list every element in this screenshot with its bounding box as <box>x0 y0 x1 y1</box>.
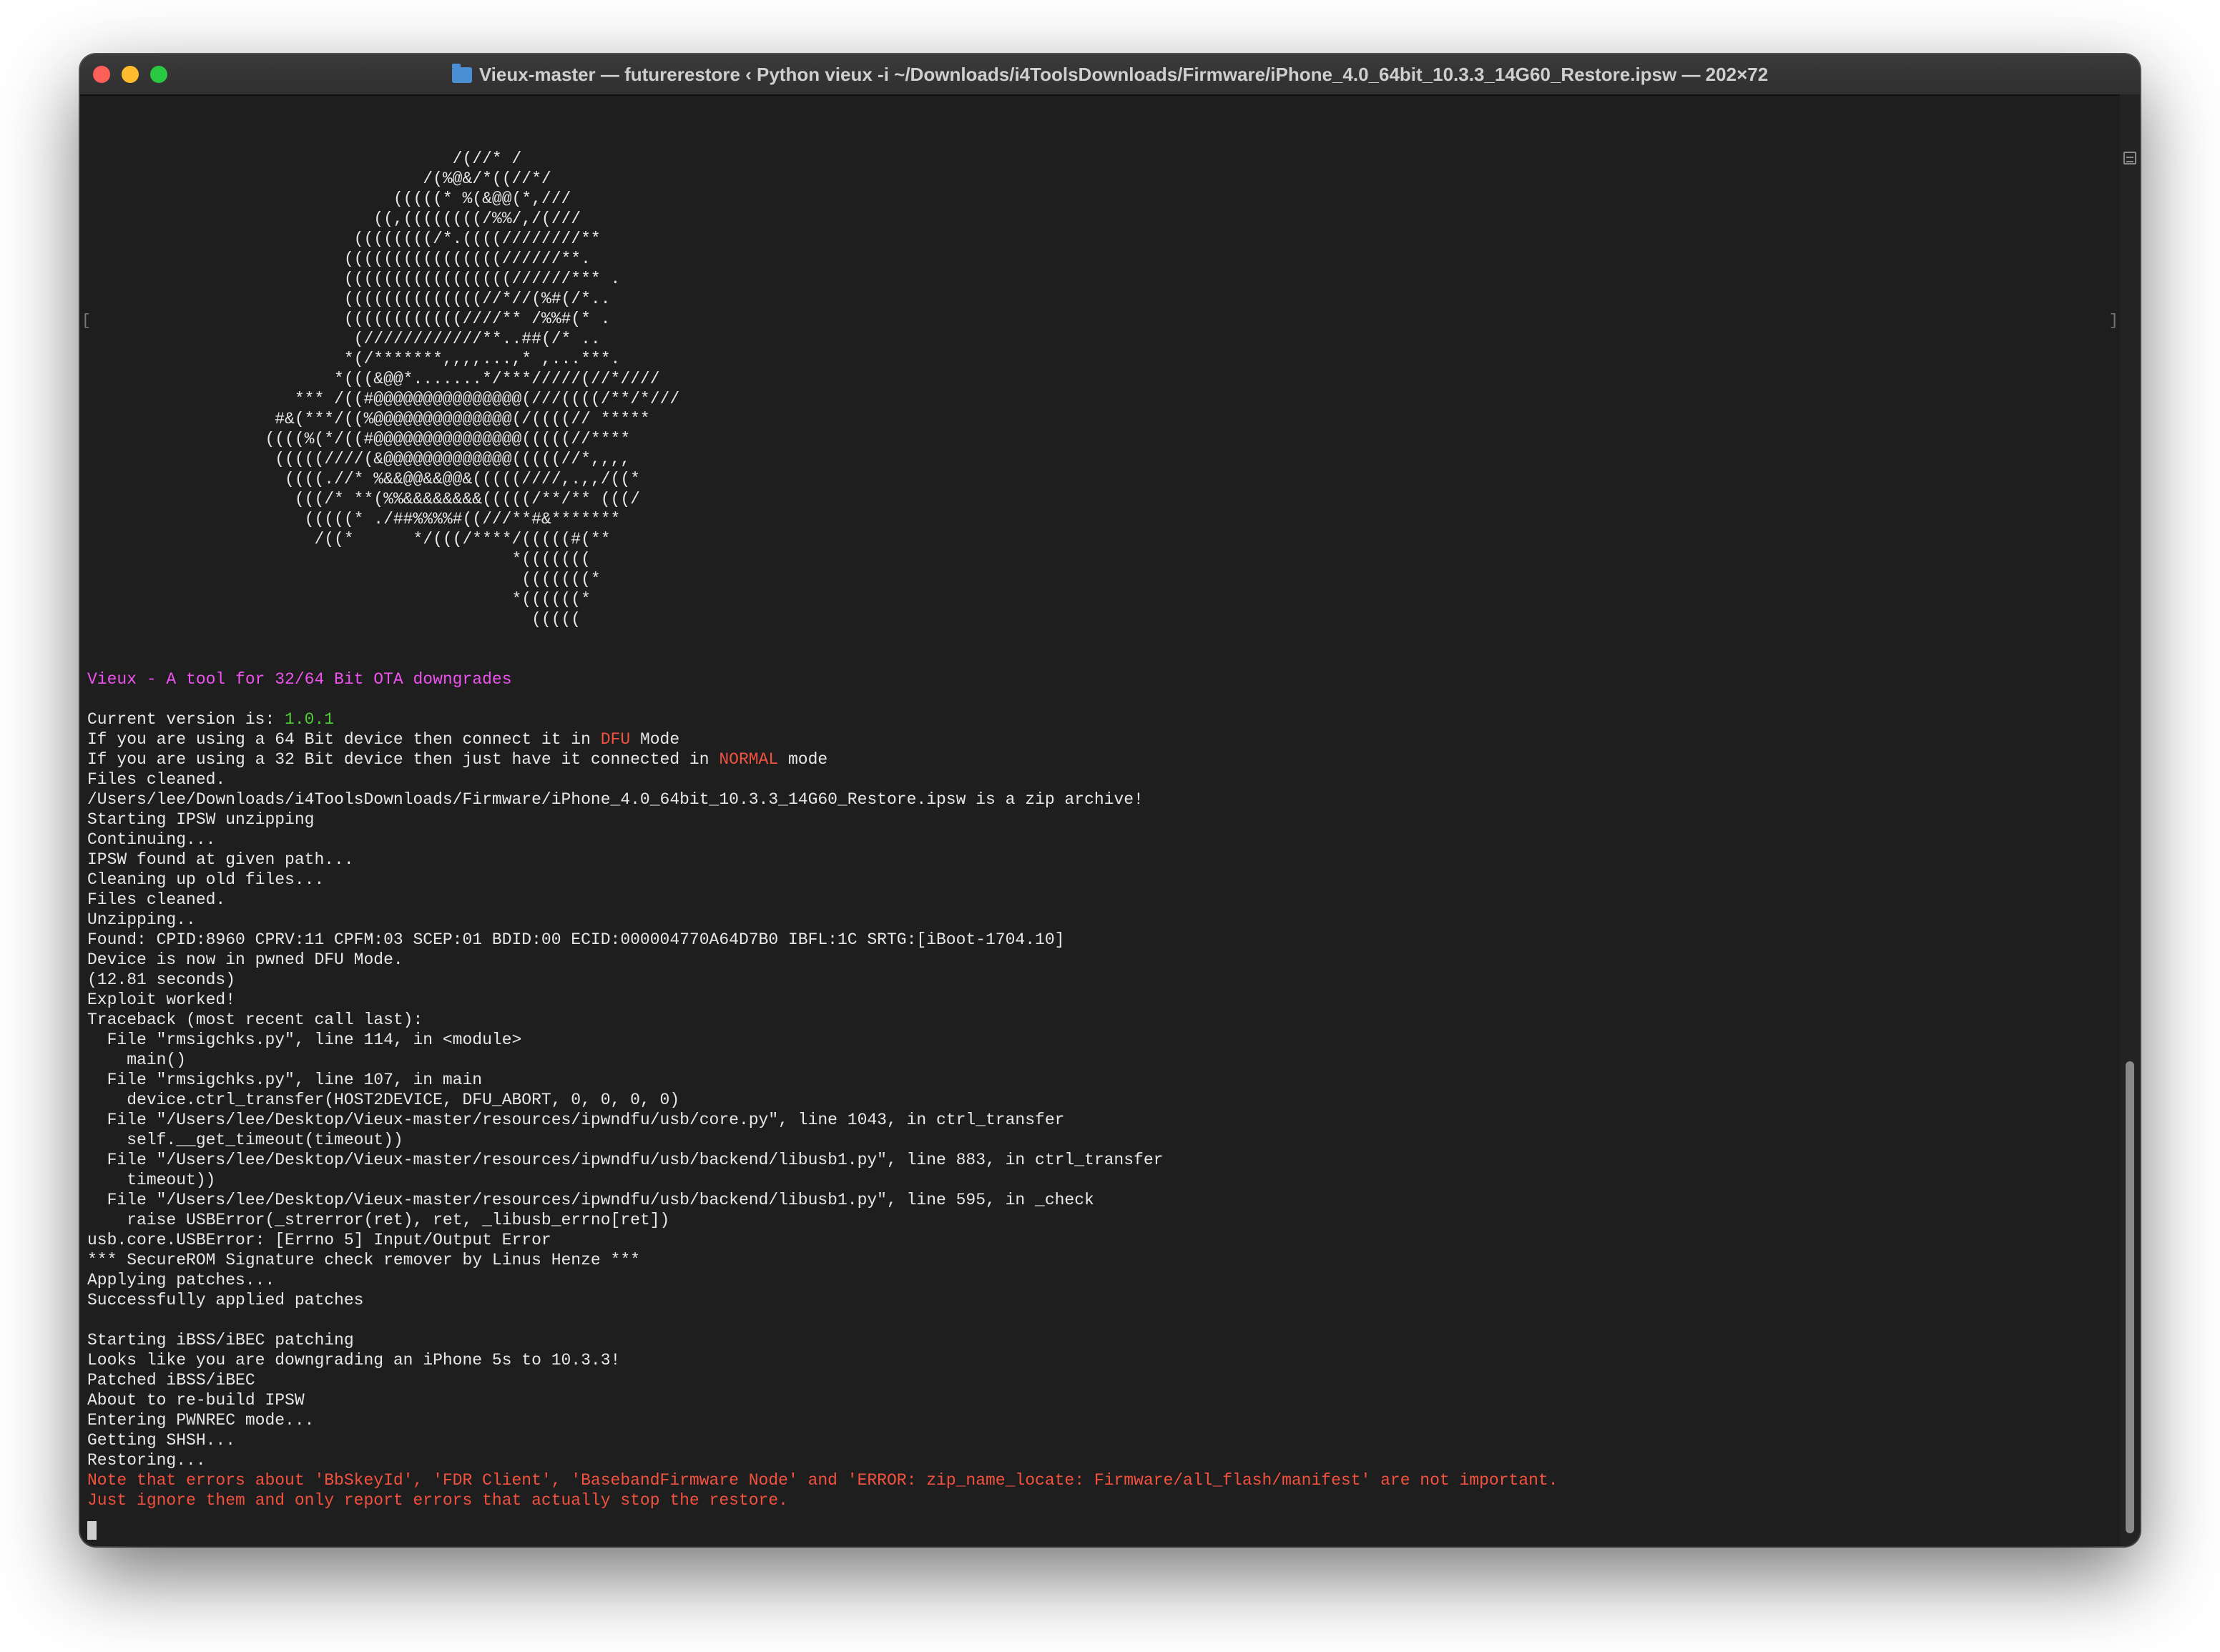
dfu-prefix: If you are using a 64 Bit device then co… <box>87 730 601 749</box>
log-line: Exploit worked! <box>87 990 236 1009</box>
ascii-art-line: (((((* %(&@@(*,/// <box>87 190 571 208</box>
ascii-art-line: (////////////**..##(/* .. <box>87 330 601 348</box>
terminal-output[interactable]: /(//* / /(%@&/*((//*/ (((((* %(&@@(*,///… <box>87 149 2111 1540</box>
normal-suffix: mode <box>778 750 828 769</box>
ascii-art-line: (((((((((((((((((//////*** . <box>87 270 621 288</box>
log-line: Continuing... <box>87 830 216 849</box>
ascii-art-line: *(/*******,,,,...,* ,...***. <box>87 350 621 368</box>
ascii-art-line: *(((&@@*.......*/***/////(//*//// <box>87 370 660 388</box>
normal-word: NORMAL <box>719 750 779 769</box>
version-number: 1.0.1 <box>285 710 335 729</box>
log-line: Entering PWNREC mode... <box>87 1411 315 1430</box>
ascii-art-line: (((((* ./##%%%%#((///**#&******* <box>87 510 621 528</box>
title-bar[interactable]: Vieux-master — futurerestore ‹ Python vi… <box>80 54 2140 96</box>
ascii-art-line: ((((( <box>87 610 581 629</box>
text-cursor <box>87 1520 97 1540</box>
ascii-art-line: /(//* / <box>87 149 522 168</box>
banner-line: Vieux - A tool for 32/64 Bit OTA downgra… <box>87 670 512 689</box>
log-line: Traceback (most recent call last): <box>87 1011 423 1029</box>
ascii-art-line: (((/* **(%%&&&&&&&&(((((/**/** (((/ <box>87 490 640 508</box>
normal-instruction-line: If you are using a 32 Bit device then ju… <box>87 749 2111 770</box>
log-line: Cleaning up old files... <box>87 870 325 889</box>
log-line: File "rmsigchks.py", line 107, in main <box>87 1071 483 1089</box>
log-line: File "/Users/lee/Desktop/Vieux-master/re… <box>87 1111 1065 1129</box>
ascii-art-line: /(%@&/*((//*/ <box>87 169 551 188</box>
version-line: Current version is: 1.0.1 <box>87 709 2111 729</box>
log-line: Found: CPID:8960 CPRV:11 CPFM:03 SCEP:01… <box>87 930 1065 949</box>
ascii-art-line: *((((((* <box>87 590 591 609</box>
note-line: Just ignore them and only report errors … <box>87 1491 788 1510</box>
window-title-text: Vieux-master — futurerestore ‹ Python vi… <box>478 64 1769 85</box>
ascii-art-line: *((((((( <box>87 550 591 569</box>
restore-notes: Note that errors about 'BbSkeyId', 'FDR … <box>87 1470 2111 1510</box>
ascii-art-line: ((((%(*/((#@@@@@@@@@@@@@@@(((((//**** <box>87 430 631 448</box>
log-line: timeout)) <box>87 1171 216 1189</box>
ascii-art-line: /((* */(((/****/(((((#(** <box>87 530 611 549</box>
log-line: Starting iBSS/iBEC patching <box>87 1331 354 1349</box>
ascii-art-line: ((((.//* %&&@@&&@@&(((((////,.,,/((* <box>87 470 640 488</box>
version-prefix: Current version is: <box>87 710 285 729</box>
log-line: /Users/lee/Downloads/i4ToolsDownloads/Fi… <box>87 790 1144 809</box>
folder-icon <box>451 64 472 83</box>
log-line: Unzipping.. <box>87 910 196 929</box>
log-output: Files cleaned./Users/lee/Downloads/i4Too… <box>87 770 2111 1310</box>
ascii-art-line: (((((((* <box>87 570 601 589</box>
log-line: File "/Users/lee/Desktop/Vieux-master/re… <box>87 1191 1094 1209</box>
log-line: Successfully applied patches <box>87 1291 364 1309</box>
log-line: (12.81 seconds) <box>87 970 236 989</box>
log-line: Device is now in pwned DFU Mode. <box>87 950 403 969</box>
ascii-art-line: #&(***/((%@@@@@@@@@@@@@@(/((((// ***** <box>87 410 650 428</box>
prompt-line[interactable] <box>87 1520 2111 1540</box>
normal-prefix: If you are using a 32 Bit device then ju… <box>87 750 719 769</box>
log-line: *** SecureROM Signature check remover by… <box>87 1251 640 1269</box>
log-line: Patched iBSS/iBEC <box>87 1371 255 1390</box>
log-line: device.ctrl_transfer(HOST2DEVICE, DFU_AB… <box>87 1091 680 1109</box>
log-line: self.__get_timeout(timeout)) <box>87 1131 403 1149</box>
log-output-continued: Starting iBSS/iBEC patching Looks like yo… <box>87 1330 2111 1470</box>
log-line: About to re-build IPSW <box>87 1391 305 1410</box>
ascii-art-line: (((((////(&@@@@@@@@@@@@@(((((//*,,,, <box>87 450 631 468</box>
log-line: Restoring... <box>87 1451 206 1470</box>
dfu-suffix: Mode <box>630 730 680 749</box>
log-line: Starting IPSW unzipping <box>87 810 315 829</box>
log-line: Applying patches... <box>87 1271 275 1289</box>
ascii-art-line: ((((((((((((((((//////**. <box>87 250 591 268</box>
ascii-art-line: ((((((((/*.((((////////** <box>87 230 601 248</box>
ascii-art-logo: /(//* / /(%@&/*((//*/ (((((* %(&@@(*,///… <box>87 149 2111 629</box>
log-line: Looks like you are downgrading an iPhone… <box>87 1351 621 1370</box>
log-line: IPSW found at given path... <box>87 850 354 869</box>
dfu-word: DFU <box>600 730 631 749</box>
log-line: raise USBError(_strerror(ret), ret, _lib… <box>87 1211 670 1229</box>
ascii-art-line: *** /((#@@@@@@@@@@@@@@@(///((((/**/*/// <box>87 390 680 408</box>
log-line: Files cleaned. <box>87 890 226 909</box>
ascii-art-line: ((,((((((((/%%/,/(/// <box>87 210 581 228</box>
log-line: main() <box>87 1051 187 1069</box>
ascii-art-line: ((((((((((((////** /%%#(* . <box>87 310 611 328</box>
log-line: File "/Users/lee/Desktop/Vieux-master/re… <box>87 1151 1164 1169</box>
log-line: Getting SHSH... <box>87 1431 236 1450</box>
dfu-instruction-line: If you are using a 64 Bit device then co… <box>87 729 2111 749</box>
log-line: Files cleaned. <box>87 770 226 789</box>
log-line: File "rmsigchks.py", line 114, in <modul… <box>87 1031 522 1049</box>
ascii-art-line: ((((((((((((((//*//(%#(/*.. <box>87 290 611 308</box>
scrollbar[interactable] <box>2120 94 2140 1546</box>
note-line: Note that errors about 'BbSkeyId', 'FDR … <box>87 1471 1558 1490</box>
window-title: Vieux-master — futurerestore ‹ Python vi… <box>80 54 2140 94</box>
scroll-menu-icon[interactable] <box>2123 152 2136 164</box>
scrollbar-thumb[interactable] <box>2126 1061 2134 1533</box>
log-line: usb.core.USBError: [Errno 5] Input/Outpu… <box>87 1231 551 1249</box>
terminal-window: Vieux-master — futurerestore ‹ Python vi… <box>80 54 2140 1546</box>
